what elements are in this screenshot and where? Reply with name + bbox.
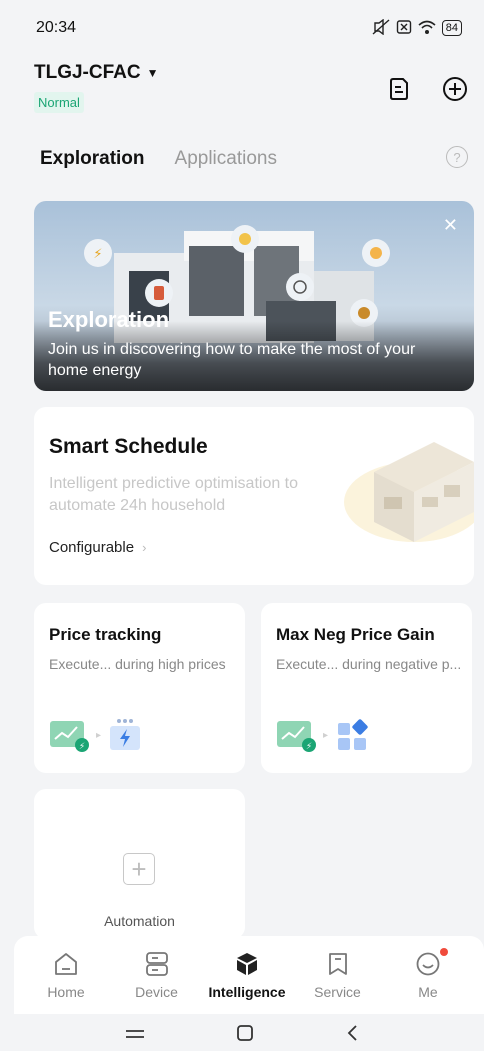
banner-title: Exploration [48, 307, 170, 332]
document-icon [390, 78, 408, 100]
back-icon[interactable] [345, 1024, 359, 1048]
configurable-link[interactable]: Configurable › [49, 539, 146, 556]
add-button[interactable] [442, 76, 468, 102]
system-nav-bar [0, 1020, 484, 1051]
banner-description: Join us in discovering how to make the m… [48, 341, 416, 379]
nav-device[interactable]: Device [115, 936, 199, 1014]
nav-label: Home [47, 984, 85, 1000]
app-title: Price tracking [49, 625, 162, 644]
smart-schedule-title: Smart Schedule [49, 435, 208, 458]
smart-schedule-card[interactable]: Smart Schedule Intelligent predictive op… [34, 407, 474, 585]
svg-text:⚡: ⚡ [93, 246, 102, 261]
smart-schedule-description: Intelligent predictive optimisation to a… [49, 475, 299, 514]
device-name: TLGJ-CFAC [34, 62, 141, 83]
home-icon [52, 950, 80, 978]
service-icon [324, 950, 352, 978]
chevron-right-icon: › [142, 540, 147, 555]
caret-down-icon: ▼ [146, 66, 159, 80]
notification-dot [440, 948, 448, 956]
nav-label: Device [135, 984, 178, 1000]
nav-label: Service [314, 984, 361, 1000]
me-icon [414, 950, 442, 978]
arrow-right-icon: ▸ [96, 729, 102, 741]
close-icon[interactable]: ✕ [443, 215, 458, 236]
status-time: 20:34 [36, 19, 77, 36]
intelligence-icon [233, 950, 261, 978]
tab-bar: Exploration Applications ? [40, 144, 468, 174]
nav-service[interactable]: Service [296, 936, 380, 1014]
house-cutaway-illustration [344, 442, 474, 542]
document-button[interactable] [386, 76, 412, 102]
apps-grid-icon [338, 719, 368, 750]
price-tracking-card[interactable]: Price tracking Execute... during high pr… [34, 603, 245, 773]
menu-icon[interactable] [125, 1024, 145, 1047]
status-bar: 20:34 84 [0, 0, 484, 56]
nav-label: Me [418, 984, 438, 1000]
battery-icon: 84 [441, 20, 462, 36]
sim-off-icon [396, 19, 412, 38]
arrow-right-icon: ▸ [323, 729, 329, 741]
nav-label: Intelligence [208, 984, 286, 1000]
header: TLGJ-CFAC ▼ Normal [34, 62, 468, 122]
add-automation-card[interactable]: + Automation [34, 789, 245, 939]
status-badge: Normal [34, 92, 84, 113]
price-chart-icon: ⚡ [277, 721, 316, 752]
wifi-icon [418, 19, 436, 38]
app-description: Execute... during negative p... [276, 656, 462, 672]
tab-exploration[interactable]: Exploration [40, 148, 145, 170]
app-description: Execute... during high prices [49, 656, 226, 672]
battery-discharge-icon [110, 719, 141, 750]
svg-text:⚡: ⚡ [306, 741, 312, 751]
svg-text:⚡: ⚡ [79, 741, 85, 751]
nav-intelligence[interactable]: Intelligence [205, 936, 289, 1014]
device-icon [143, 950, 171, 978]
home-square-icon[interactable] [236, 1024, 254, 1048]
app-title: Max Neg Price Gain [276, 625, 435, 644]
bottom-nav: Home Device Intelligence Service Me [14, 936, 484, 1014]
add-icon: + [123, 853, 155, 885]
header-actions [386, 76, 468, 102]
exploration-banner[interactable]: ⚡ ✕ Exploration Join us in discovering h… [34, 201, 474, 391]
app-flow: ⚡ ▸ [277, 717, 370, 753]
app-flow: ⚡ ▸ [50, 717, 143, 753]
max-neg-price-gain-card[interactable]: Max Neg Price Gain Execute... during neg… [261, 603, 472, 773]
configurable-label: Configurable [49, 539, 135, 556]
status-icons: 84 [372, 18, 462, 38]
price-chart-icon: ⚡ [50, 721, 89, 752]
help-icon[interactable]: ? [446, 146, 468, 168]
nav-home[interactable]: Home [24, 936, 108, 1014]
automation-label: Automation [104, 913, 175, 929]
mute-icon [372, 18, 390, 38]
tab-applications[interactable]: Applications [175, 148, 277, 170]
add-circle-icon [443, 77, 467, 101]
nav-me[interactable]: Me [386, 936, 470, 1014]
